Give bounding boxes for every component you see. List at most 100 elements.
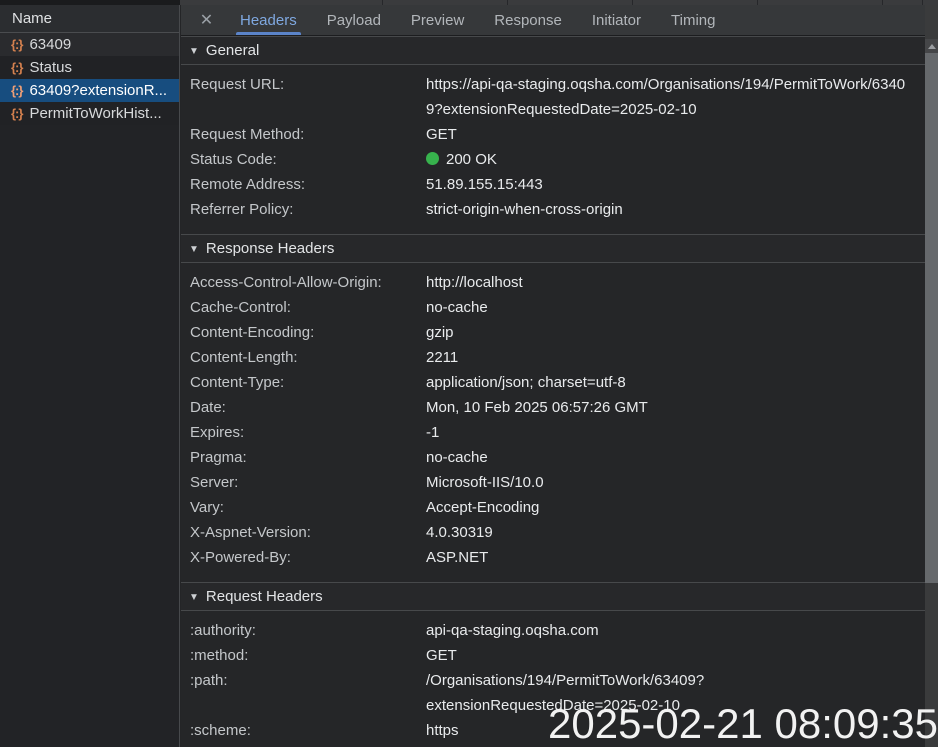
- header-name: Vary:: [190, 499, 224, 516]
- tab-preview[interactable]: Preview: [396, 5, 479, 35]
- header-row: Date: Mon, 10 Feb 2025 06:57:26 GMT: [181, 395, 925, 420]
- section-header-response-headers[interactable]: ▼ Response Headers: [181, 234, 925, 263]
- header-name: Content-Encoding:: [190, 324, 315, 341]
- tab-payload[interactable]: Payload: [312, 5, 396, 35]
- header-row: Cache-Control: no-cache: [181, 295, 925, 320]
- collapse-triangle-icon: ▼: [189, 244, 199, 255]
- headers-content: ▼ General Request URL: https://api-qa-stagi…: [181, 36, 925, 747]
- header-name: Request URL:: [190, 76, 285, 93]
- header-value: https: [426, 722, 459, 739]
- request-name-label: PermitToWorkHist...: [29, 105, 162, 122]
- header-name: Expires:: [190, 424, 245, 441]
- header-row: Referrer Policy: strict-origin-when-cross…: [181, 197, 925, 222]
- tab-timing[interactable]: Timing: [656, 5, 730, 35]
- request-name-label: Status: [29, 59, 72, 76]
- close-icon[interactable]: ✕: [188, 5, 225, 35]
- json-file-icon: {:}: [11, 106, 23, 121]
- header-value: Microsoft-IIS/10.0: [426, 474, 544, 491]
- header-value: https://api-qa-staging.oqsha.com/Organis…: [426, 76, 906, 118]
- header-row: Pragma: no-cache: [181, 445, 925, 470]
- header-value: 51.89.155.15:443: [426, 176, 543, 193]
- header-row: :scheme: https: [181, 718, 925, 743]
- json-file-icon: {:}: [11, 60, 23, 75]
- header-row: Content-Type: application/json; charset=u…: [181, 370, 925, 395]
- section-header-general[interactable]: ▼ General: [181, 36, 925, 65]
- request-detail-panel: ✕ Headers Payload Preview Response Initiator…: [181, 5, 925, 747]
- header-name: Content-Type:: [190, 374, 285, 391]
- header-row: Status Code: 200 OK: [181, 147, 925, 172]
- tab-headers[interactable]: Headers: [225, 5, 312, 35]
- json-file-icon: {:}: [11, 83, 23, 98]
- collapse-triangle-icon: ▼: [189, 46, 199, 57]
- header-name: :method:: [190, 647, 249, 664]
- collapse-triangle-icon: ▼: [189, 592, 199, 603]
- header-name: Date:: [190, 399, 226, 416]
- header-row: Content-Length: 2211: [181, 345, 925, 370]
- section-rows: Access-Control-Allow-Origin: http://local…: [181, 263, 925, 582]
- header-name: Request Method:: [190, 126, 305, 143]
- header-name: :path:: [190, 672, 228, 689]
- header-value: 4.0.30319: [426, 524, 493, 541]
- header-value: gzip: [426, 324, 454, 341]
- status-ok-dot-icon: [426, 152, 439, 165]
- header-value: 200 OK: [426, 147, 925, 172]
- header-name: Content-Length:: [190, 349, 298, 366]
- scroll-up-arrow-icon[interactable]: [925, 39, 938, 53]
- section-header-request-headers[interactable]: ▼ Request Headers: [181, 582, 925, 611]
- header-value: Accept-Encoding: [426, 499, 540, 516]
- header-row: Remote Address: 51.89.155.15:443: [181, 172, 925, 197]
- header-row: Vary: Accept-Encoding: [181, 495, 925, 520]
- header-row: Content-Encoding: gzip: [181, 320, 925, 345]
- section-rows: Request URL: https://api-qa-staging.oqsha…: [181, 65, 925, 234]
- header-value: /Organisations/194/PermitToWork/63409? e…: [426, 672, 705, 714]
- request-name-label: 63409?extensionR...: [29, 82, 168, 99]
- header-name: :scheme:: [190, 722, 251, 739]
- header-name: :authority:: [190, 622, 256, 639]
- header-row: X-Powered-By: ASP.NET: [181, 545, 925, 570]
- header-name: Access-Control-Allow-Origin:: [190, 274, 382, 291]
- header-value: GET: [426, 126, 457, 143]
- header-row: Server: Microsoft-IIS/10.0: [181, 470, 925, 495]
- section-rows: :authority: api-qa-staging.oqsha.com :meth…: [181, 611, 925, 747]
- header-name: X-Powered-By:: [190, 549, 291, 566]
- header-value: GET: [426, 647, 457, 664]
- request-list-item[interactable]: {:} PermitToWorkHist...: [0, 102, 179, 125]
- header-name: X-Aspnet-Version:: [190, 524, 311, 541]
- header-value: ASP.NET: [426, 549, 489, 566]
- header-row: :authority: api-qa-staging.oqsha.com: [181, 618, 925, 643]
- network-request-list: Name {:} 63409 {:} Status {:} 63409?extension…: [0, 5, 180, 747]
- header-row: :path: /Organisations/194/PermitToWork/63…: [181, 668, 925, 718]
- header-value: api-qa-staging.oqsha.com: [426, 622, 599, 639]
- detail-scrollbar[interactable]: [925, 5, 938, 747]
- header-name: Status Code:: [190, 151, 277, 168]
- request-list-item[interactable]: {:} 63409?extensionR...: [0, 79, 179, 102]
- request-list-empty-area: [0, 125, 179, 747]
- header-row: Request Method: GET: [181, 122, 925, 147]
- header-row: Access-Control-Allow-Origin: http://local…: [181, 270, 925, 295]
- request-list-item[interactable]: {:} 63409: [0, 33, 179, 56]
- json-file-icon: {:}: [11, 37, 23, 52]
- header-value: application/json; charset=utf-8: [426, 374, 626, 391]
- name-column-header[interactable]: Name: [0, 5, 179, 33]
- header-name: Server:: [190, 474, 239, 491]
- header-row: X-Aspnet-Version: 4.0.30319: [181, 520, 925, 545]
- header-row: Expires: -1: [181, 420, 925, 445]
- detail-tabbar: ✕ Headers Payload Preview Response Initiator…: [181, 5, 925, 36]
- header-name: Remote Address:: [190, 176, 306, 193]
- header-value: Mon, 10 Feb 2025 06:57:26 GMT: [426, 399, 648, 416]
- tab-initiator[interactable]: Initiator: [577, 5, 656, 35]
- header-row: Request URL: https://api-qa-staging.oqsha…: [181, 72, 925, 122]
- header-value: http://localhost: [426, 274, 523, 291]
- request-name-label: 63409: [29, 36, 72, 53]
- header-name: Cache-Control:: [190, 299, 291, 316]
- header-value: strict-origin-when-cross-origin: [426, 201, 623, 218]
- header-row: :method: GET: [181, 643, 925, 668]
- tab-response[interactable]: Response: [479, 5, 577, 35]
- scrollbar-thumb[interactable]: [925, 53, 938, 583]
- header-value: no-cache: [426, 449, 488, 466]
- header-value: -1: [426, 424, 440, 441]
- request-list-item[interactable]: {:} Status: [0, 56, 179, 79]
- header-value: 2211: [426, 349, 459, 366]
- header-value: no-cache: [426, 299, 488, 316]
- header-name: Pragma:: [190, 449, 247, 466]
